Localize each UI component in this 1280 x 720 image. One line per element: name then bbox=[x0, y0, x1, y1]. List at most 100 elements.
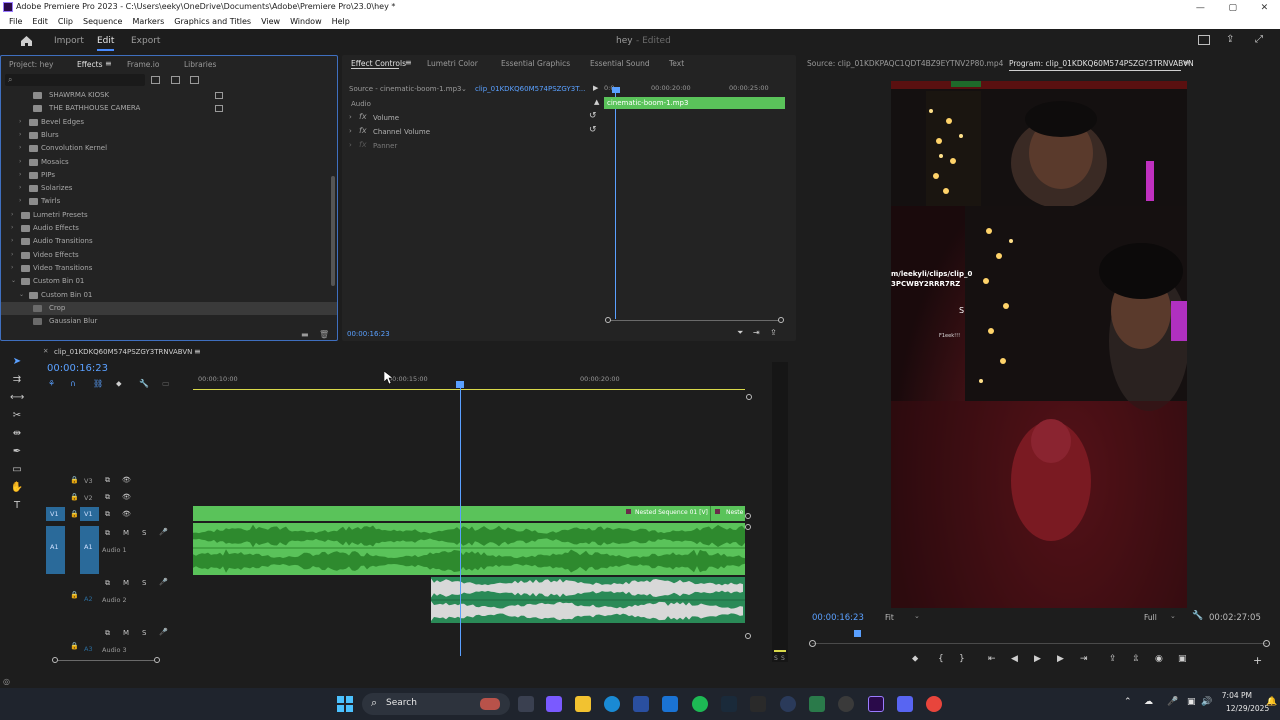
chevron-down-icon[interactable]: ⌄ bbox=[1170, 612, 1176, 620]
play-audio-icon[interactable]: ▶ bbox=[593, 84, 598, 92]
chevron-right-icon[interactable]: › bbox=[19, 118, 21, 125]
track-select-tool-icon[interactable]: ⇉ bbox=[10, 374, 24, 386]
meter-solo-right[interactable]: S bbox=[781, 655, 785, 662]
outlook-icon[interactable] bbox=[662, 696, 678, 712]
close-button[interactable]: ✕ bbox=[1261, 3, 1269, 13]
maximize-button[interactable]: ▢ bbox=[1228, 3, 1237, 13]
microphone-icon[interactable]: 🎤 bbox=[159, 528, 168, 536]
track-v3[interactable]: V3 bbox=[84, 477, 93, 485]
hand-tool-icon[interactable]: ✋ bbox=[10, 482, 24, 494]
chevron-down-icon[interactable]: ⌄ bbox=[11, 277, 16, 284]
tab-lumetri-color[interactable]: Lumetri Color bbox=[427, 59, 478, 68]
mute-button[interactable]: M bbox=[123, 529, 129, 537]
sync-lock-icon[interactable]: ⧉ bbox=[105, 510, 110, 519]
audio-clip-a1[interactable] bbox=[193, 523, 745, 575]
lock-icon[interactable]: 🔒 bbox=[70, 642, 79, 650]
export-frame-icon[interactable]: ◉ bbox=[1155, 654, 1163, 664]
go-to-in-icon[interactable]: ⇤ bbox=[988, 654, 996, 664]
tree-item[interactable]: › Video Effects bbox=[1, 249, 337, 262]
microphone-icon[interactable]: 🎤 bbox=[159, 578, 168, 586]
fit-dropdown[interactable]: Fit bbox=[885, 613, 894, 622]
property-channel-volume[interactable]: Channel Volume bbox=[373, 128, 430, 136]
fullscreen-icon[interactable]: ⤢ bbox=[1255, 34, 1263, 45]
chevron-right-icon[interactable]: › bbox=[19, 144, 21, 151]
track-height-handle[interactable] bbox=[745, 633, 751, 639]
program-timecode[interactable]: 00:00:16:23 bbox=[812, 613, 864, 623]
expand-arrow-icon[interactable]: › bbox=[349, 113, 352, 121]
store-icon[interactable] bbox=[633, 696, 649, 712]
tab-essential-sound[interactable]: Essential Sound bbox=[590, 59, 650, 68]
zoom-handle-right[interactable] bbox=[778, 317, 784, 323]
track-v1[interactable]: V1 bbox=[84, 510, 93, 518]
reset-icon[interactable]: ↺ bbox=[589, 111, 597, 121]
tree-item[interactable]: › Bevel Edges bbox=[1, 116, 337, 129]
tree-item[interactable]: › Solarizes bbox=[1, 182, 337, 195]
menu-sequence[interactable]: Sequence bbox=[78, 15, 127, 29]
edge-icon[interactable] bbox=[604, 696, 620, 712]
chevron-right-icon[interactable]: › bbox=[19, 131, 21, 138]
property-panner[interactable]: Panner bbox=[373, 142, 397, 150]
quality-dropdown[interactable]: Full bbox=[1144, 613, 1157, 622]
trash-icon[interactable]: 🗑 bbox=[319, 330, 329, 339]
tab-program-monitor[interactable]: Program: clip_01KDKQ60M574PSZGY3TRNVABVN bbox=[1009, 59, 1194, 68]
solo-button[interactable]: S bbox=[142, 629, 146, 637]
windows-start-icon[interactable] bbox=[337, 696, 353, 712]
add-marker-icon[interactable]: ⬥ bbox=[912, 654, 918, 664]
tab-source-monitor[interactable]: Source: clip_01KDKPAQC1QDT4BZ9EYTNV2P80.… bbox=[807, 59, 1003, 68]
share-icon[interactable]: ⇪ bbox=[1226, 34, 1234, 45]
chevron-right-icon[interactable]: › bbox=[11, 237, 13, 244]
clip-edit-point[interactable] bbox=[710, 506, 711, 521]
tray-overflow-icon[interactable]: ⌃ bbox=[1124, 697, 1132, 707]
file-explorer-icon[interactable] bbox=[575, 696, 591, 712]
solo-button[interactable]: S bbox=[142, 579, 146, 587]
tab-essential-graphics[interactable]: Essential Graphics bbox=[501, 59, 570, 68]
step-forward-icon[interactable]: ▶ bbox=[1057, 654, 1064, 664]
selection-tool-icon[interactable]: ➤ bbox=[10, 356, 24, 368]
add-marker-icon[interactable]: ⬥ bbox=[116, 379, 122, 389]
tree-item[interactable]: › Convolution Kernel bbox=[1, 142, 337, 155]
panel-menu-icon[interactable]: ≡ bbox=[405, 58, 412, 67]
tab-effect-controls[interactable]: Effect Controls bbox=[351, 59, 406, 68]
extract-icon[interactable]: ⇫ bbox=[1132, 654, 1140, 664]
tab-export[interactable]: Export bbox=[131, 36, 160, 46]
premiere-taskbar-icon[interactable] bbox=[868, 696, 884, 712]
tab-frameio[interactable]: Frame.io bbox=[127, 60, 159, 69]
tree-item[interactable]: › Video Transitions bbox=[1, 262, 337, 275]
notifications-icon[interactable]: 🔔 bbox=[1266, 697, 1277, 707]
zoom-handle-left[interactable] bbox=[809, 640, 816, 647]
yuv-effects-icon[interactable] bbox=[190, 76, 199, 84]
lift-icon[interactable]: ⇪ bbox=[1109, 654, 1117, 664]
track-height-handle[interactable] bbox=[745, 524, 751, 530]
32bit-effects-icon[interactable] bbox=[171, 76, 180, 84]
chevron-right-icon[interactable]: › bbox=[11, 224, 13, 231]
minimize-button[interactable]: — bbox=[1196, 3, 1205, 13]
work-area-bar[interactable] bbox=[193, 389, 745, 390]
chatgpt-icon[interactable] bbox=[838, 696, 854, 712]
discord-icon[interactable] bbox=[897, 696, 913, 712]
comparison-view-icon[interactable]: ▣ bbox=[1178, 654, 1187, 664]
panel-menu-icon[interactable]: ≡ bbox=[105, 59, 112, 68]
menu-file[interactable]: File bbox=[4, 15, 27, 29]
menu-window[interactable]: Window bbox=[285, 15, 327, 29]
tree-item[interactable]: › Lumetri Presets bbox=[1, 209, 337, 222]
sequence-tab[interactable]: clip_01KDKQ60M574PSZGY3TRNVABVN bbox=[54, 348, 192, 356]
chevron-right-icon[interactable]: › bbox=[19, 184, 21, 191]
eye-icon[interactable]: 👁 bbox=[122, 476, 131, 484]
track-a1[interactable]: A1 bbox=[84, 543, 93, 551]
status-icon[interactable]: ◎ bbox=[3, 677, 10, 686]
mark-in-icon[interactable]: { bbox=[938, 654, 944, 664]
tab-text[interactable]: Text bbox=[669, 59, 684, 68]
chevron-down-icon[interactable]: ⌄ bbox=[19, 291, 24, 298]
tab-project[interactable]: Project: hey bbox=[9, 60, 53, 69]
panel-menu-icon[interactable]: ≡ bbox=[194, 347, 201, 356]
ec-audio-clip[interactable]: cinematic-boom-1.mp3 bbox=[604, 97, 785, 109]
sequence-link[interactable]: clip_01KDKQ60M574PSZGY3T... bbox=[475, 85, 585, 93]
menu-edit[interactable]: Edit bbox=[27, 15, 53, 29]
tab-effects[interactable]: Effects bbox=[77, 60, 103, 69]
go-to-out-icon[interactable]: ⇥ bbox=[1080, 654, 1088, 664]
tree-item[interactable]: › Blurs bbox=[1, 129, 337, 142]
chevron-right-icon[interactable]: › bbox=[19, 171, 21, 178]
tree-item[interactable]: › PIPs bbox=[1, 169, 337, 182]
wrench-icon[interactable]: 🔧 bbox=[1192, 611, 1203, 621]
network-icon[interactable]: ▣ bbox=[1187, 697, 1196, 707]
